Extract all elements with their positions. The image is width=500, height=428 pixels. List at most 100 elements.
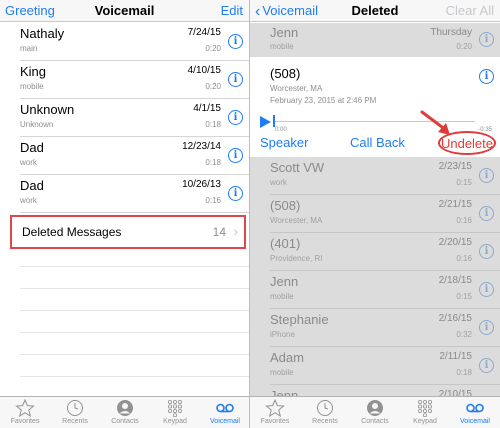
info-icon[interactable]: i	[479, 320, 494, 335]
edit-button[interactable]: Edit	[221, 3, 243, 18]
info-icon[interactable]: i	[228, 34, 243, 49]
caller-name: Dad	[20, 178, 44, 193]
info-icon[interactable]: i	[479, 32, 494, 47]
tab-label: Keypad	[163, 418, 187, 425]
info-icon[interactable]: i	[479, 69, 494, 84]
deleted-row[interactable]: Scott VW work 2/23/15 0:15 i	[250, 157, 500, 195]
divider	[20, 288, 249, 289]
caller-label: iPhone	[270, 330, 295, 339]
divider	[20, 212, 249, 213]
deleted-row[interactable]: Jenn mobile Thursday 0:20 i	[250, 23, 500, 57]
voicemail-date: 4/10/15	[187, 65, 221, 76]
scrubber-knob[interactable]	[273, 115, 275, 127]
info-icon[interactable]: i	[479, 168, 494, 183]
caller-name: (508)	[270, 66, 301, 81]
clock-icon	[317, 400, 333, 416]
voicemail-date: 4/1/15	[193, 103, 221, 114]
caller-label: Providence, RI	[270, 254, 323, 263]
speaker-button[interactable]: Speaker	[260, 135, 308, 150]
voicemail-duration: 0:20	[456, 42, 472, 51]
tab-favorites[interactable]: Favorites	[250, 399, 300, 425]
voicemail-row[interactable]: Dad work 10/26/13 0:16 i	[0, 175, 249, 213]
tab-label: Contacts	[111, 418, 139, 425]
deleted-list: Scott VW work 2/23/15 0:15 i (508) Worce…	[250, 157, 500, 403]
voicemail-duration: 0:15	[456, 178, 472, 187]
tab-contacts[interactable]: Contacts	[100, 399, 150, 425]
star-icon	[265, 399, 285, 417]
deleted-row[interactable]: Jenn mobile 2/18/15 0:15 i	[250, 271, 500, 309]
caller-name: King	[20, 64, 47, 79]
caller-label: work	[20, 158, 37, 167]
caller-label: work	[20, 196, 37, 205]
caller-label: Unknown	[20, 120, 54, 129]
caller-label: mobile	[20, 82, 44, 91]
call-back-button[interactable]: Call Back	[350, 135, 405, 150]
clear-all-button[interactable]: Clear All	[446, 3, 494, 18]
info-icon[interactable]: i	[228, 148, 243, 163]
voicemail-duration: 0:16	[205, 196, 221, 205]
divider	[20, 332, 249, 333]
tab-voicemail[interactable]: Voicemail	[450, 399, 500, 425]
deleted-messages-row[interactable]: Deleted Messages 14 ›	[10, 215, 246, 249]
contact-icon	[117, 400, 133, 416]
tab-recents[interactable]: Recents	[300, 399, 350, 425]
voicemail-row[interactable]: King mobile 4/10/15 0:20 i	[0, 61, 249, 99]
caller-name: Dad	[20, 140, 44, 155]
tab-label: Contacts	[361, 418, 389, 425]
voicemail-icon	[466, 403, 484, 413]
voicemail-duration: 0:18	[205, 120, 221, 129]
voicemail-row[interactable]: Nathaly main 7/24/15 0:20 i	[0, 23, 249, 61]
caller-name: Nathaly	[20, 26, 65, 41]
info-icon[interactable]: i	[479, 206, 494, 221]
keypad-icon	[168, 399, 182, 417]
info-icon[interactable]: i	[479, 358, 494, 373]
voicemail-duration: 0:16	[456, 254, 472, 263]
voicemail-duration: 0:15	[456, 292, 472, 301]
deleted-screen: ‹ Voicemail Deleted Clear All Jenn mobile…	[250, 0, 500, 428]
deleted-row[interactable]: Adam mobile 2/11/15 0:18 i	[250, 347, 500, 385]
divider	[20, 354, 249, 355]
deleted-row[interactable]: Stephanie iPhone 2/16/15 0:32 i	[250, 309, 500, 347]
info-icon[interactable]: i	[228, 110, 243, 125]
tab-bar: Favorites Recents Contacts Keypad Voicem…	[0, 396, 249, 428]
tab-contacts[interactable]: Contacts	[350, 399, 400, 425]
tab-recents[interactable]: Recents	[50, 399, 100, 425]
tab-keypad[interactable]: Keypad	[150, 399, 200, 425]
caller-name: Adam	[270, 350, 304, 365]
contact-icon	[367, 400, 383, 416]
voicemail-row[interactable]: Unknown Unknown 4/1/15 0:18 i	[0, 99, 249, 137]
caller-name: Scott VW	[270, 160, 325, 175]
info-icon[interactable]: i	[479, 282, 494, 297]
info-icon[interactable]: i	[479, 244, 494, 259]
voicemail-icon	[216, 403, 234, 413]
divider	[20, 266, 249, 267]
voicemail-duration: 0:18	[205, 158, 221, 167]
annotation-arrow-icon	[420, 110, 450, 135]
elapsed-time: 0:00	[275, 127, 287, 133]
voicemail-duration: 0:16	[456, 216, 472, 225]
caller-label: mobile	[270, 292, 294, 301]
voicemail-row[interactable]: Dad work 12/23/14 0:18 i	[0, 137, 249, 175]
play-icon[interactable]	[260, 116, 271, 128]
tab-label: Voicemail	[460, 418, 490, 425]
voicemail-date: Thursday	[430, 27, 472, 38]
clock-icon	[67, 400, 83, 416]
deleted-row[interactable]: (508) Worcester, MA 2/21/15 0:16 i	[250, 195, 500, 233]
page-title: Voicemail	[94, 3, 155, 18]
tab-voicemail[interactable]: Voicemail	[200, 399, 249, 425]
caller-label: work	[270, 178, 287, 187]
voicemail-date: 2/21/15	[438, 199, 472, 210]
voicemail-duration: 0:20	[205, 82, 221, 91]
tab-keypad[interactable]: Keypad	[400, 399, 450, 425]
tab-favorites[interactable]: Favorites	[0, 399, 50, 425]
caller-label: main	[20, 44, 38, 53]
tab-label: Recents	[62, 418, 88, 425]
info-icon[interactable]: i	[228, 72, 243, 87]
tab-label: Keypad	[413, 418, 437, 425]
info-icon[interactable]: i	[228, 186, 243, 201]
caller-name: (401)	[270, 236, 301, 251]
deleted-row[interactable]: (401) Providence, RI 2/20/15 0:16 i	[250, 233, 500, 271]
voicemail-duration: 0:18	[456, 368, 472, 377]
voicemail-duration: 0:20	[205, 44, 221, 53]
caller-name: Unknown	[20, 102, 75, 117]
